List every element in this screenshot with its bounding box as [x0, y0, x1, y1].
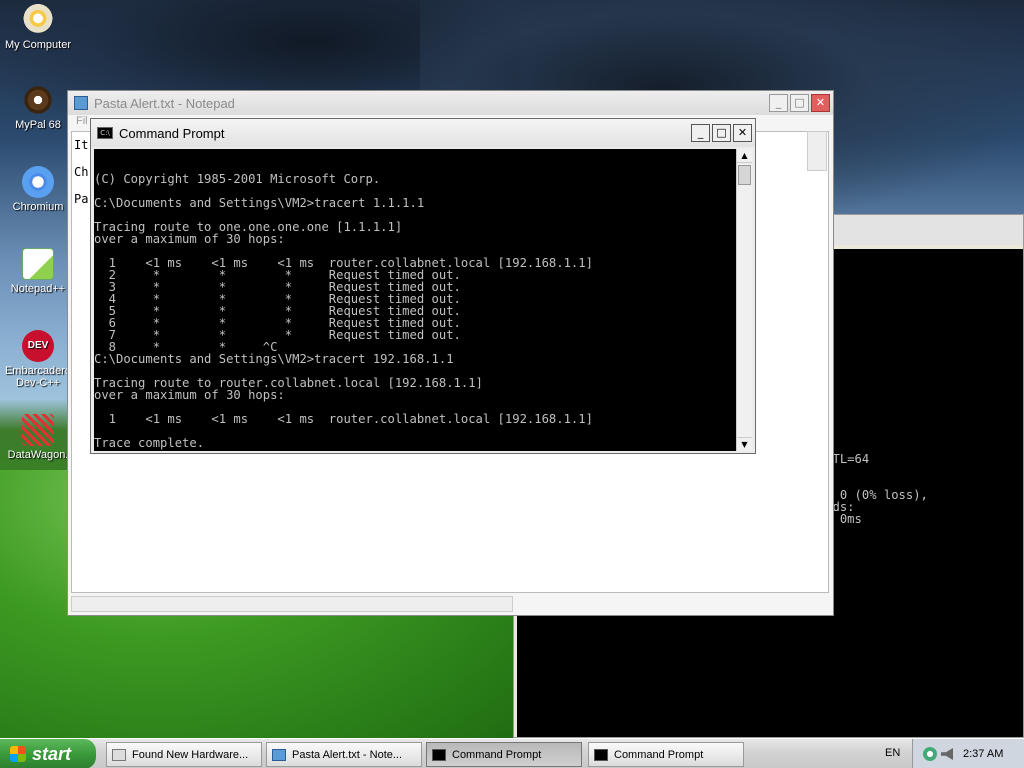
network-icon[interactable]: [923, 747, 937, 761]
cmd-app-icon: C:\: [97, 127, 113, 139]
scroll-up-arrow-icon[interactable]: ▲: [737, 149, 752, 163]
task-label: Command Prompt: [452, 748, 542, 761]
devcpp-icon: DEV: [22, 330, 54, 362]
notepad-close-button[interactable]: ✕: [811, 94, 830, 112]
console-line: C:\Documents and Settings\VM2>tracert 19…: [94, 352, 454, 366]
console-line: 1 <1 ms <1 ms <1 ms router.collabnet.loc…: [94, 412, 593, 426]
task-label: Pasta Alert.txt - Note...: [292, 748, 403, 761]
start-label: start: [32, 743, 72, 764]
desktop-icon-label: Embarcadero Dev-C++: [4, 365, 72, 389]
chromium-icon: [22, 166, 54, 198]
volume-icon[interactable]: [941, 748, 953, 760]
desktop-icon-datawagon[interactable]: DataWagon.: [2, 414, 74, 461]
desktop-icon-label: Chromium: [12, 201, 64, 213]
console-line: C:\Documents and Settings\VM2>tracert 1.…: [94, 196, 425, 210]
cmd-icon: [594, 748, 608, 761]
system-tray: 2:37 AM: [912, 739, 1024, 768]
cmd-window-front[interactable]: C:\ Command Prompt _ □ ✕ (C) Copyright 1…: [90, 118, 756, 454]
desktop-icon-label: My Computer: [4, 39, 72, 51]
desktop-icon-label: MyPal 68: [15, 119, 61, 131]
desktop-icon-chromium[interactable]: Chromium: [2, 166, 74, 213]
scroll-down-arrow-icon[interactable]: ▼: [737, 437, 752, 451]
notepad-title: Pasta Alert.txt - Notepad: [94, 95, 235, 111]
desktop-icon-notepadpp[interactable]: Notepad++: [2, 248, 74, 295]
hardware-icon: [112, 748, 126, 761]
cmd-front-titlebar[interactable]: C:\ Command Prompt _ □ ✕: [91, 119, 755, 147]
my-computer-icon: [22, 4, 54, 36]
taskbar: start Found New Hardware... Pasta Alert.…: [0, 738, 1024, 768]
windows-flag-icon: [10, 746, 26, 762]
notepad-titlebar[interactable]: Pasta Alert.txt - Notepad _ □ ✕: [68, 91, 833, 115]
cmd-close-button[interactable]: ✕: [733, 124, 752, 142]
notepad-minimize-button[interactable]: _: [769, 94, 788, 112]
console-line: Trace complete.: [94, 436, 205, 450]
cmd-scrollbar[interactable]: ▲ ▼: [736, 149, 752, 451]
cmd-front-console[interactable]: (C) Copyright 1985-2001 Microsoft Corp. …: [94, 149, 736, 451]
cmd-front-title: Command Prompt: [119, 125, 225, 141]
task-command-prompt[interactable]: Command Prompt: [588, 742, 744, 767]
notepad-hscrollbar[interactable]: [71, 596, 513, 612]
cmd-front-output: (C) Copyright 1985-2001 Microsoft Corp. …: [94, 173, 736, 451]
desktop-icon-label: Notepad++: [10, 283, 66, 295]
clock[interactable]: 2:37 AM: [963, 748, 1003, 760]
datawagon-icon: [22, 414, 54, 446]
desktop-icon-mypal[interactable]: MyPal 68: [2, 84, 74, 131]
devcpp-badge-text: DEV: [27, 340, 49, 351]
console-line: (C) Copyright 1985-2001 Microsoft Corp.: [94, 172, 381, 186]
notepad-menu-file[interactable]: Fil: [76, 115, 88, 127]
console-line: over a maximum of 30 hops:: [94, 388, 285, 402]
cmd-icon: [432, 748, 446, 761]
task-found-new-hardware[interactable]: Found New Hardware...: [106, 742, 262, 767]
cmd-maximize-button[interactable]: □: [712, 124, 731, 142]
start-button[interactable]: start: [0, 739, 96, 768]
task-label: Found New Hardware...: [132, 748, 249, 761]
mypal-icon: [22, 84, 54, 116]
console-line: over a maximum of 30 hops:: [94, 232, 285, 246]
cmd-scroll-thumb[interactable]: [738, 165, 751, 185]
desktop-icon-label: DataWagon.: [7, 449, 69, 461]
notepad-maximize-button[interactable]: □: [790, 94, 809, 112]
notepad-scrollbar[interactable]: [807, 131, 827, 171]
task-command-prompt-active[interactable]: Command Prompt: [426, 742, 582, 767]
desktop-icon-devcpp[interactable]: DEV Embarcadero Dev-C++: [2, 330, 74, 389]
notepadpp-icon: [22, 248, 54, 280]
task-pasta-alert-notepad[interactable]: Pasta Alert.txt - Note...: [266, 742, 422, 767]
task-label: Command Prompt: [614, 748, 704, 761]
desktop-icon-my-computer[interactable]: My Computer: [2, 4, 74, 51]
language-indicator[interactable]: EN: [885, 747, 900, 759]
notepad-app-icon: [74, 96, 88, 110]
cmd-minimize-button[interactable]: _: [691, 124, 710, 142]
notepad-icon: [272, 748, 286, 761]
